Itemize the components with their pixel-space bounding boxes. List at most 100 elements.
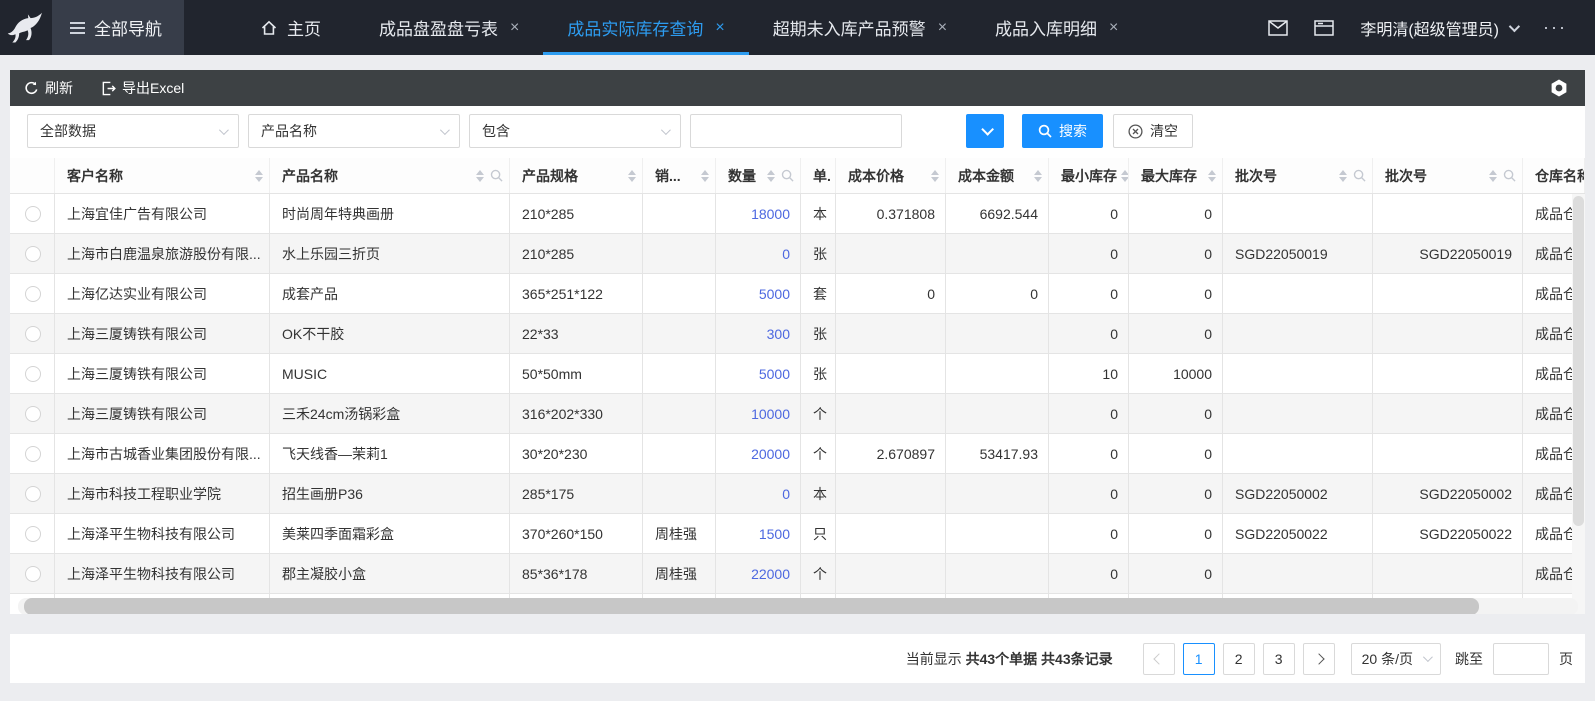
- sort-icon[interactable]: [628, 170, 636, 182]
- tab-actual-inventory-query[interactable]: 成品实际库存查询 ×: [543, 0, 748, 55]
- row-radio-button[interactable]: [25, 366, 41, 382]
- keyword-input[interactable]: [690, 114, 902, 148]
- chevron-down-icon: [661, 125, 671, 135]
- page-button-2[interactable]: 2: [1223, 643, 1255, 675]
- table-row[interactable]: 上海宜佳广告有限公司时尚周年特典画册210*28518000本0.3718086…: [10, 194, 1585, 234]
- column-search-icon[interactable]: [1353, 169, 1366, 182]
- sort-icon[interactable]: [1208, 170, 1216, 182]
- tab-close-icon[interactable]: ×: [510, 19, 519, 37]
- all-navigation-button[interactable]: 全部导航: [52, 0, 184, 55]
- column-header-label: 单.: [813, 166, 831, 186]
- table-row[interactable]: 上海三厦铸铁有限公司三禾24cm汤锅彩盒316*202*33010000个00成…: [10, 394, 1585, 434]
- quantity-link[interactable]: 300: [767, 326, 790, 342]
- export-icon: [101, 81, 116, 96]
- tab-inbound-detail[interactable]: 成品入库明细 ×: [971, 0, 1142, 55]
- tab-overdue-warning[interactable]: 超期未入库产品预警 ×: [749, 0, 971, 55]
- sort-icon[interactable]: [1339, 170, 1347, 182]
- column-header-batch1[interactable]: 批次号: [1223, 158, 1373, 193]
- more-options-button[interactable]: ···: [1543, 17, 1567, 38]
- quantity-link[interactable]: 0: [782, 246, 790, 262]
- row-radio-button[interactable]: [25, 526, 41, 542]
- sort-icon[interactable]: [476, 170, 484, 182]
- column-search-icon[interactable]: [490, 169, 503, 182]
- tab-panying-pankui[interactable]: 成品盘盈盘亏表 ×: [355, 0, 543, 55]
- column-header-min_stock[interactable]: 最小库存: [1049, 158, 1129, 193]
- search-button[interactable]: 搜索: [1022, 114, 1103, 148]
- expand-conditions-button[interactable]: [966, 114, 1004, 148]
- row-radio-button[interactable]: [25, 566, 41, 582]
- column-search-icon[interactable]: [781, 169, 794, 182]
- column-header-unit[interactable]: 单.: [801, 158, 836, 193]
- table-row[interactable]: 上海三厦铸铁有限公司MUSIC50*50mm5000张1010000成品仓: [10, 354, 1585, 394]
- column-header-product[interactable]: 产品名称: [270, 158, 510, 193]
- jump-page-input[interactable]: [1493, 643, 1549, 675]
- tab-close-icon[interactable]: ×: [1109, 19, 1118, 37]
- refresh-button[interactable]: 刷新: [10, 70, 87, 106]
- sort-icon[interactable]: [1034, 170, 1042, 182]
- tab-home[interactable]: 主页: [236, 0, 345, 55]
- row-radio-button[interactable]: [25, 326, 41, 342]
- sort-icon[interactable]: [767, 170, 775, 182]
- sort-icon[interactable]: [1121, 170, 1129, 182]
- column-header-warehouse[interactable]: 仓库名称: [1523, 158, 1585, 193]
- row-radio-button[interactable]: [25, 246, 41, 262]
- next-page-button[interactable]: [1303, 643, 1335, 675]
- quantity-link[interactable]: 18000: [751, 206, 790, 222]
- table-row[interactable]: 上海亿达实业有限公司成套产品365*251*1225000套0000成品仓: [10, 274, 1585, 314]
- column-search-icon[interactable]: [1503, 169, 1516, 182]
- column-header-customer[interactable]: 客户名称: [55, 158, 270, 193]
- sort-icon[interactable]: [701, 170, 709, 182]
- table-row[interactable]: 上海三厦铸铁有限公司OK不干胶22*33300张00成品仓: [10, 314, 1585, 354]
- column-header-batch2[interactable]: 批次号: [1373, 158, 1523, 193]
- row-radio-button[interactable]: [25, 446, 41, 462]
- export-excel-button[interactable]: 导出Excel: [87, 70, 198, 106]
- table-row[interactable]: 上海市古城香业集团股份有限...飞天线香—茉莉130*20*23020000个2…: [10, 434, 1585, 474]
- column-header-max_stock[interactable]: 最大库存: [1129, 158, 1223, 193]
- table-row[interactable]: 上海泽平生物科技有限公司美莱四季面霜彩盒370*260*150周桂强1500只0…: [10, 514, 1585, 554]
- cell-cost_price: [836, 314, 946, 353]
- quantity-link[interactable]: 22000: [751, 566, 790, 582]
- row-radio-button[interactable]: [25, 206, 41, 222]
- page-button-3[interactable]: 3: [1263, 643, 1295, 675]
- quantity-link[interactable]: 10000: [751, 406, 790, 422]
- quantity-link[interactable]: 5000: [759, 286, 790, 302]
- table-row[interactable]: 上海市科技工程职业学院招生画册P36285*1750本00SGD22050002…: [10, 474, 1585, 514]
- clear-button[interactable]: 清空: [1113, 114, 1193, 148]
- tab-close-icon[interactable]: ×: [715, 19, 724, 37]
- vertical-scrollbar[interactable]: [1572, 194, 1585, 614]
- column-header-qty[interactable]: 数量: [716, 158, 801, 193]
- quantity-link[interactable]: 5000: [759, 366, 790, 382]
- quantity-link[interactable]: 20000: [751, 446, 790, 462]
- column-header-cost_price[interactable]: 成本价格: [836, 158, 946, 193]
- sort-icon[interactable]: [255, 170, 263, 182]
- quantity-link[interactable]: 0: [782, 486, 790, 502]
- page-button-1[interactable]: 1: [1183, 643, 1215, 675]
- sort-icon[interactable]: [931, 170, 939, 182]
- column-header-spec[interactable]: 产品规格: [510, 158, 643, 193]
- tab-close-icon[interactable]: ×: [938, 19, 947, 37]
- user-menu[interactable]: 李明清(超级管理员): [1360, 16, 1517, 40]
- horizontal-scrollbar[interactable]: [18, 598, 1578, 614]
- table-row[interactable]: 上海泽平生物科技有限公司郡主凝胶小盒85*36*178周桂强22000个00成品…: [10, 554, 1585, 594]
- search-field-select[interactable]: 产品名称: [248, 114, 460, 148]
- data-scope-select[interactable]: 全部数据: [27, 114, 239, 148]
- prev-page-button[interactable]: [1143, 643, 1175, 675]
- row-radio-button[interactable]: [25, 486, 41, 502]
- mail-icon[interactable]: [1268, 20, 1288, 36]
- column-header-sales[interactable]: 销...: [643, 158, 716, 193]
- table-row[interactable]: 上海市白鹿温泉旅游股份有限...水上乐园三折页210*2850张00SGD220…: [10, 234, 1585, 274]
- sort-icon[interactable]: [1489, 170, 1497, 182]
- quantity-link[interactable]: 1500: [759, 526, 790, 542]
- row-radio-button[interactable]: [25, 286, 41, 302]
- row-radio-button[interactable]: [25, 406, 41, 422]
- grid-settings-button[interactable]: [1533, 78, 1585, 98]
- vertical-scrollbar-thumb[interactable]: [1573, 196, 1584, 526]
- column-header-cost_amount[interactable]: 成本金额: [946, 158, 1049, 193]
- window-panel-icon[interactable]: [1314, 20, 1334, 36]
- operator-select[interactable]: 包含: [469, 114, 681, 148]
- cell-unit: 套: [801, 274, 836, 313]
- app-logo[interactable]: [0, 0, 52, 55]
- column-header-label: 产品规格: [522, 166, 578, 186]
- horizontal-scrollbar-thumb[interactable]: [24, 598, 1479, 614]
- page-size-select[interactable]: 20 条/页: [1351, 643, 1441, 675]
